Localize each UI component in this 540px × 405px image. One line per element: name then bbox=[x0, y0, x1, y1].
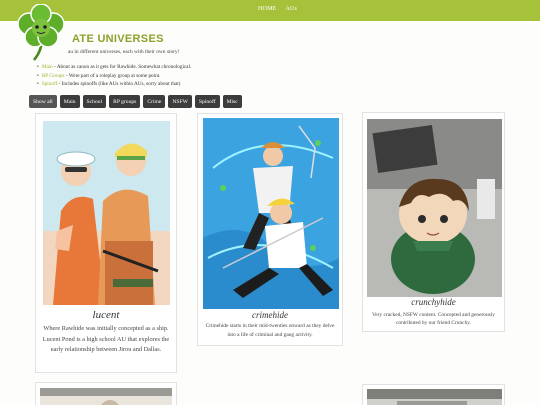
legend-text: - About as canon as it gets for Rawhide.… bbox=[52, 64, 192, 70]
filter-main-button[interactable]: Main bbox=[59, 95, 80, 108]
filter-show-all-button[interactable]: Show all bbox=[29, 95, 57, 108]
legend-item-main: Main - About as canon as it gets for Raw… bbox=[37, 63, 191, 72]
legend-category: RP Groups bbox=[41, 72, 65, 79]
legend-category: Spinoff bbox=[41, 81, 58, 88]
crimehide-artwork-image[interactable] bbox=[203, 118, 339, 309]
site-title: ATE UNIVERSES bbox=[72, 33, 164, 45]
filter-spinoff-button[interactable]: Spinoff bbox=[194, 95, 220, 108]
legend-item-rp-groups: RP Groups - Were part of a roleplay grou… bbox=[37, 72, 191, 81]
lucent-artwork-image[interactable] bbox=[43, 121, 170, 305]
legend-text: - Were part of a roleplay group at some … bbox=[64, 72, 161, 79]
au-card-lucent[interactable]: lucent Where Rawhide was initially conce… bbox=[35, 113, 177, 373]
card-title[interactable]: lucent bbox=[36, 309, 176, 321]
legend-item-spinoff: Spinoff - Includes spinoffs (like AUs wi… bbox=[37, 80, 191, 89]
top-nav-bar: HOME AUs bbox=[0, 0, 540, 21]
clover-logo[interactable] bbox=[14, 4, 68, 62]
filter-rp-groups-button[interactable]: RP groups bbox=[109, 95, 141, 108]
au-card-crimehide[interactable]: crimehide Crimehide starts in their mid-… bbox=[197, 113, 343, 346]
card-description: Very cracked, NSFW content. Concepted an… bbox=[372, 312, 495, 327]
filter-crime-button[interactable]: Crime bbox=[143, 95, 166, 108]
au-card-crunchyhide[interactable]: crunchyhide Very cracked, NSFW content. … bbox=[362, 112, 505, 332]
legend-text: - Includes spinoffs (like AUs within AUs… bbox=[57, 81, 181, 88]
filter-nsfw-button[interactable]: NSFW bbox=[168, 95, 192, 108]
filter-school-button[interactable]: School bbox=[82, 95, 107, 108]
category-legend: Main - About as canon as it gets for Raw… bbox=[37, 63, 191, 89]
card-image-partial[interactable] bbox=[367, 389, 502, 405]
card-description: Where Rawhide was initially concepted as… bbox=[42, 325, 170, 353]
crunchyhide-photo-image[interactable] bbox=[367, 119, 502, 297]
top-nav: HOME AUs bbox=[258, 6, 297, 12]
au-card-partial[interactable] bbox=[35, 382, 177, 405]
card-title[interactable]: crunchyhide bbox=[363, 297, 504, 307]
card-image-partial[interactable] bbox=[40, 388, 172, 405]
nav-aus-link[interactable]: AUs bbox=[285, 6, 297, 12]
au-card-partial[interactable] bbox=[362, 384, 505, 405]
filter-bar: Show all Main School RP groups Crime NSF… bbox=[29, 95, 242, 108]
legend-category: Main bbox=[41, 64, 53, 70]
card-description: Crimehide starts in their mid-twenties o… bbox=[205, 323, 335, 338]
nav-home-link[interactable]: HOME bbox=[258, 6, 276, 12]
card-title[interactable]: crimehide bbox=[198, 310, 342, 320]
site-tagline: au in different universes, each with the… bbox=[68, 49, 180, 55]
filter-misc-button[interactable]: Misc bbox=[222, 95, 242, 108]
